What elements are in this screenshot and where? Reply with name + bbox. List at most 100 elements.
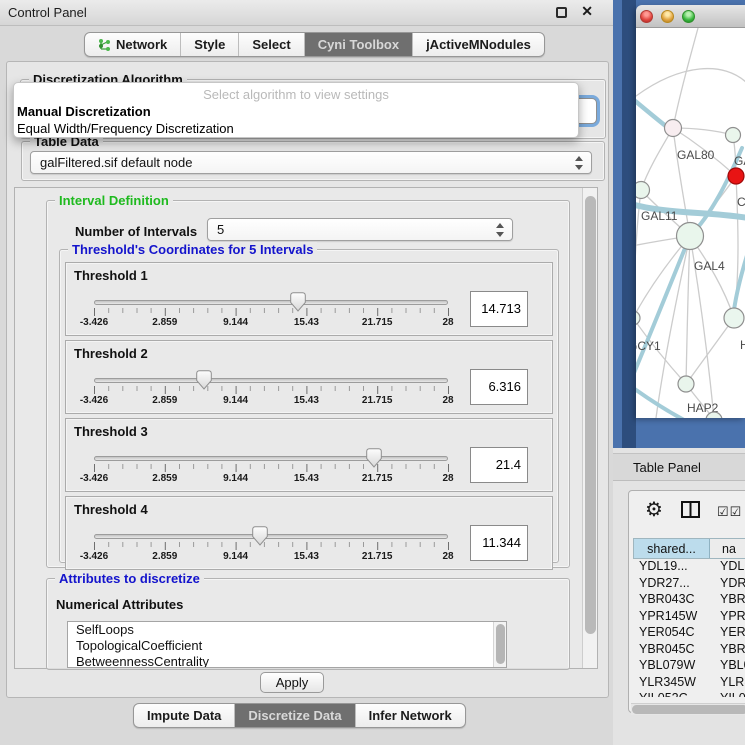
dropdown-placeholder: Select algorithm to view settings (14, 87, 578, 102)
scale-label: 21.715 (352, 551, 402, 562)
tab-select[interactable]: Select (238, 33, 303, 56)
settings-scrollbar[interactable] (582, 188, 597, 668)
tab-impute-data[interactable]: Impute Data (134, 704, 234, 727)
tab-discretize-data[interactable]: Discretize Data (234, 704, 354, 727)
table-row[interactable]: YPR145WYPR1 (633, 609, 745, 626)
attribute-item[interactable]: TopologicalCoefficient (68, 638, 506, 654)
table-panel-region: Table Panel ⚙ ☑☑ shared... na YDL19...YD… (613, 448, 745, 745)
attribute-item[interactable]: BetweennessCentrality (68, 654, 506, 668)
scale-label: 21.715 (352, 317, 402, 328)
tab-label: Impute Data (147, 704, 221, 727)
column-header-shared-name[interactable]: shared... (634, 539, 710, 558)
gear-icon[interactable]: ⚙ (645, 497, 663, 522)
threshold-value-field[interactable]: 14.713 (470, 291, 528, 327)
network-view-window: GAL80GACGAL11GAL4GCY1HHAP2 (636, 5, 745, 418)
scale-label: 9.144 (211, 551, 261, 562)
slider-track[interactable] (94, 300, 448, 305)
table-header-row[interactable]: shared... na (633, 538, 745, 559)
threshold-value-field[interactable]: 6.316 (470, 369, 528, 405)
scale-label: 9.144 (211, 317, 261, 328)
table-row[interactable]: YIL052CYIL0 (633, 691, 745, 697)
scale-label: 2.859 (140, 473, 190, 484)
scale-label: -3.426 (69, 317, 119, 328)
table-row[interactable]: YER054CYER0 (633, 625, 745, 642)
columns-icon[interactable] (681, 501, 700, 518)
float-window-icon[interactable] (556, 7, 567, 18)
tab-style[interactable]: Style (180, 33, 238, 56)
network-node-c[interactable] (728, 168, 744, 184)
table-row[interactable]: YDL19...YDL1 (633, 559, 745, 576)
slider-track[interactable] (94, 456, 448, 461)
dropdown-option-equal-width[interactable]: Equal Width/Frequency Discretization (17, 121, 234, 136)
desktop-edge (622, 0, 636, 448)
tab-cyni-toolbox[interactable]: Cyni Toolbox (304, 33, 412, 56)
close-traffic-light[interactable] (640, 10, 653, 23)
table-row[interactable]: YBL079WYBL0 (633, 658, 745, 675)
tab-network[interactable]: Network (85, 33, 180, 56)
network-window-titlebar[interactable] (636, 5, 745, 28)
cell-name: YDL1 (710, 559, 745, 576)
network-edge (636, 236, 690, 392)
scale-label: 21.715 (352, 395, 402, 406)
table-row[interactable]: YBR043CYBR0 (633, 592, 745, 609)
table-row[interactable]: YBR045CYBR0 (633, 642, 745, 659)
cell-shared-name: YLR345W (633, 675, 710, 692)
threshold-value-field[interactable]: 21.4 (470, 447, 528, 483)
table-panel-title: Table Panel (633, 460, 701, 475)
checkbox-pair-icon[interactable]: ☑☑ (717, 504, 742, 520)
threshold-label: Threshold 3 (74, 424, 148, 439)
attribute-item[interactable]: SelfLoops (68, 622, 506, 638)
tab-label: Discretize Data (248, 704, 341, 727)
network-node-gal4[interactable] (677, 223, 704, 250)
network-node-gal80[interactable] (665, 120, 682, 137)
number-of-intervals-combobox[interactable]: 5 (207, 218, 513, 241)
zoom-traffic-light[interactable] (682, 10, 695, 23)
threshold-row-3: Threshold 3-3.4262.8599.14415.4321.71528… (65, 418, 553, 492)
slider-track[interactable] (94, 534, 448, 539)
network-node-gcy1[interactable] (636, 311, 640, 325)
slider-track[interactable] (94, 378, 448, 383)
table-row[interactable]: YDR27...YDR2 (633, 576, 745, 593)
minimize-traffic-light[interactable] (661, 10, 674, 23)
tab-label: Network (116, 33, 167, 56)
interval-definition-group: Interval Definition Number of Intervals … (46, 200, 570, 568)
network-node-gal11[interactable] (636, 182, 650, 199)
network-edge (734, 252, 745, 310)
network-node-h[interactable] (724, 308, 744, 328)
scale-label: 9.144 (211, 395, 261, 406)
cell-shared-name: YDL19... (633, 559, 710, 576)
node-label: C (737, 195, 745, 209)
table-hscrollbar[interactable] (631, 703, 745, 715)
network-tree-icon (98, 38, 111, 52)
tab-jactivemnodules[interactable]: jActiveMNodules (412, 33, 544, 56)
node-label: H (740, 338, 745, 352)
attributes-listbox[interactable]: SelfLoopsTopologicalCoefficientBetweenne… (67, 621, 507, 668)
combo-arrows-icon (575, 156, 584, 170)
table-panel-titlebar: Table Panel (613, 453, 745, 481)
panel-title: Control Panel (8, 5, 87, 20)
cell-shared-name: YIL052C (633, 691, 710, 697)
column-header-name[interactable]: na (710, 539, 745, 558)
network-node-hap2[interactable] (678, 376, 694, 392)
interval-definition-title: Interval Definition (55, 193, 173, 208)
close-icon[interactable]: ✕ (581, 3, 593, 20)
dropdown-option-manual[interactable]: Manual Discretization (17, 104, 151, 119)
network-canvas[interactable]: GAL80GACGAL11GAL4GCY1HHAP2 (636, 28, 745, 418)
node-table[interactable]: shared... na YDL19...YDL1YDR27...YDR2YBR… (633, 538, 745, 700)
scale-label: 28 (423, 395, 473, 406)
attributes-scrollbar[interactable] (493, 622, 506, 667)
table-data-combobox[interactable]: galFiltered.sif default node (30, 151, 592, 174)
threshold-label: Threshold 1 (74, 268, 148, 283)
tab-infer-network[interactable]: Infer Network (355, 704, 465, 727)
table-row[interactable]: YLR345WYLR3 (633, 675, 745, 692)
threshold-value-field[interactable]: 11.344 (470, 525, 528, 561)
apply-button[interactable]: Apply (260, 672, 324, 693)
cell-name: YDR2 (710, 576, 745, 593)
settings-scroll-area: Interval Definition Number of Intervals … (14, 187, 598, 669)
cell-name: YER0 (710, 625, 745, 642)
scale-label: 15.43 (281, 395, 331, 406)
scale-label: -3.426 (69, 551, 119, 562)
numerical-attributes-label: Numerical Attributes (56, 597, 183, 612)
network-node-ga[interactable] (726, 128, 741, 143)
table-panel: ⚙ ☑☑ shared... na YDL19...YDL1YDR27...YD… (628, 490, 745, 713)
